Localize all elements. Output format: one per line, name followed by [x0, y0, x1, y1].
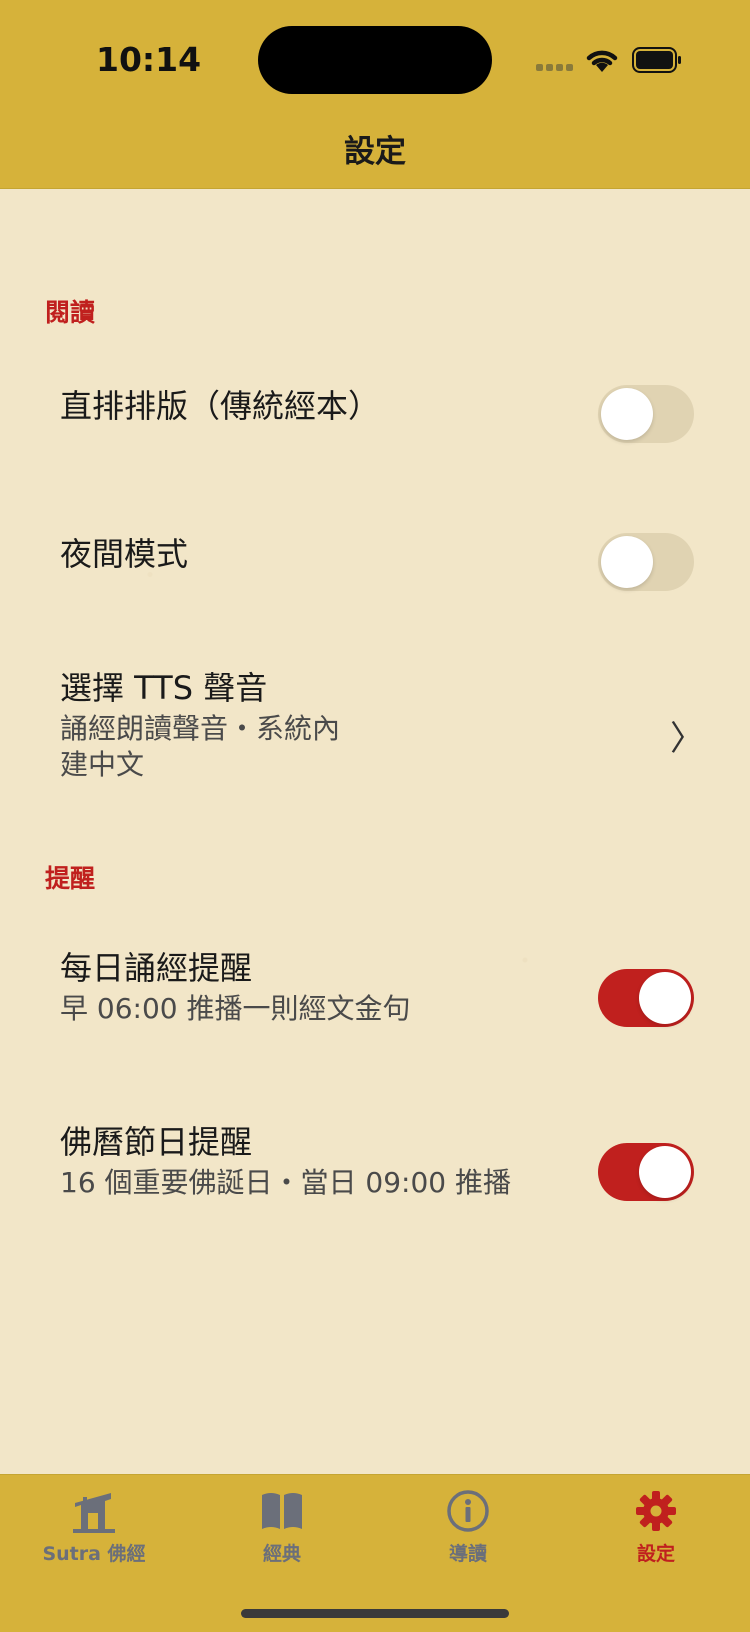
row-subtitle-line1: 誦經朗讀聲音・系統內 [60, 712, 341, 745]
temple-icon [73, 1493, 115, 1533]
section-header-reminders: 提醒 [45, 864, 96, 893]
tab-label: 導讀 [448, 1543, 487, 1565]
row-subtitle: 16 個重要佛誕日・當日 09:00 推播 [60, 1166, 512, 1199]
row-title: 夜間模式 [60, 535, 189, 573]
night-mode-toggle[interactable] [598, 533, 694, 591]
row-title: 直排排版（傳統經本） [60, 387, 381, 425]
vertical-layout-row[interactable]: 直排排版（傳統經本） [0, 361, 750, 471]
status-bar: 10:14 [0, 0, 750, 120]
tab-label: 設定 [636, 1543, 675, 1565]
buddhist-holiday-toggle[interactable] [598, 1143, 694, 1201]
row-title: 選擇 TTS 聲音 [60, 669, 268, 707]
toggle-knob [639, 972, 691, 1024]
tab-bar: Sutra 佛經 經典 導讀 設定 [0, 1474, 750, 1632]
row-title: 佛曆節日提醒 [60, 1123, 253, 1161]
toggle-knob [639, 1146, 691, 1198]
cellular-signal-icon [536, 64, 574, 72]
row-subtitle: 早 06:00 推播一則經文金句 [60, 992, 411, 1025]
toggle-knob [601, 536, 653, 588]
book-icon [262, 1493, 302, 1529]
tab-label: Sutra 佛經 [42, 1543, 146, 1565]
chevron-right-icon: 〉 [670, 719, 704, 759]
navigation-bar: 設定 [0, 120, 750, 189]
tts-voice-row[interactable]: 選擇 TTS 聲音 誦經朗讀聲音・系統內 建中文 〉 [0, 651, 750, 801]
gear-icon [636, 1491, 676, 1531]
home-indicator[interactable] [241, 1609, 509, 1618]
buddhist-holiday-row[interactable]: 佛曆節日提醒 16 個重要佛誕日・當日 09:00 推播 [0, 1103, 750, 1233]
night-mode-row[interactable]: 夜間模式 [0, 509, 750, 619]
battery-icon [632, 47, 681, 73]
wifi-icon [586, 50, 618, 72]
status-time: 10:14 [96, 40, 202, 79]
row-subtitle-line2: 建中文 [60, 748, 145, 781]
tab-scriptures[interactable]: 經典 [188, 1489, 376, 1589]
page-title: 設定 [344, 134, 406, 170]
info-icon [447, 1490, 489, 1532]
dynamic-island [258, 26, 492, 94]
daily-reminder-toggle[interactable] [598, 969, 694, 1027]
tab-guide[interactable]: 導讀 [374, 1489, 562, 1589]
tab-settings[interactable]: 設定 [562, 1489, 750, 1589]
toggle-knob [601, 388, 653, 440]
tab-label: 經典 [262, 1543, 301, 1565]
tab-sutra[interactable]: Sutra 佛經 [0, 1489, 188, 1589]
row-title: 每日誦經提醒 [60, 949, 253, 987]
daily-reminder-row[interactable]: 每日誦經提醒 早 06:00 推播一則經文金句 [0, 929, 750, 1059]
settings-list[interactable]: 閱讀 直排排版（傳統經本） 夜間模式 選擇 TTS 聲音 誦經朗讀聲音・系統內 … [0, 189, 750, 1474]
vertical-layout-toggle[interactable] [598, 385, 694, 443]
section-header-reading: 閱讀 [45, 298, 96, 327]
